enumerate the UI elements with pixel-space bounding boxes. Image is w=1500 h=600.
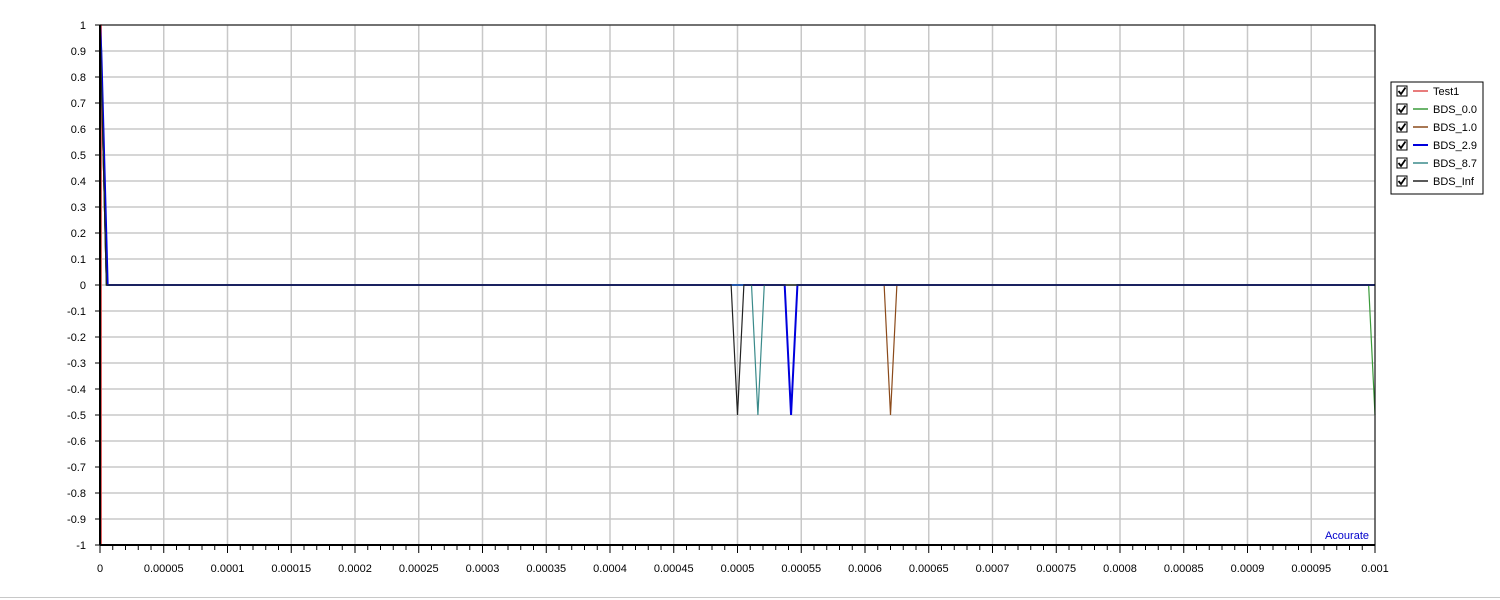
legend-label: BDS_Inf — [1433, 176, 1475, 188]
y-tick-label: 0.5 — [71, 150, 86, 162]
y-tick-label: 0.4 — [71, 176, 86, 188]
x-tick-label: 0.0003 — [466, 563, 500, 575]
legend-label: Test1 — [1433, 86, 1459, 98]
x-tick-label: 0.0005 — [721, 563, 755, 575]
y-tick-label: -0.3 — [67, 358, 86, 370]
legend: Test1 BDS_0.0 BDS_1.0 BDS_2.9 BDS_8.7 BDS_Inf — [1390, 81, 1484, 195]
x-tick-label: 0.00095 — [1291, 563, 1331, 575]
y-tick-label: 0.9 — [71, 46, 86, 58]
window-bottom-border — [0, 597, 1500, 598]
x-tick-label: 0.0004 — [593, 563, 627, 575]
y-tick-label: 0.8 — [71, 72, 86, 84]
x-tick-label: 0.0007 — [976, 563, 1010, 575]
x-tick-label: 0.0001 — [211, 563, 245, 575]
legend-label: BDS_8.7 — [1433, 158, 1477, 170]
y-tick-label: -0.5 — [67, 410, 86, 422]
legend-label: BDS_1.0 — [1433, 122, 1477, 134]
x-tick-label: 0.0006 — [848, 563, 882, 575]
y-tick-label: 0.1 — [71, 254, 86, 266]
y-tick-label: 0 — [80, 280, 86, 292]
y-tick-label: -0.4 — [67, 384, 86, 396]
watermark-label: Acourate — [1325, 530, 1369, 542]
y-tick-label: -0.2 — [67, 332, 86, 344]
x-tick-label: 0.0009 — [1231, 563, 1265, 575]
y-tick-label: -0.1 — [67, 306, 86, 318]
y-tick-label: 0.2 — [71, 228, 86, 240]
y-tick-label: 0.6 — [71, 124, 86, 136]
x-tick-label: 0.00035 — [526, 563, 566, 575]
x-tick-label: 0.0008 — [1103, 563, 1137, 575]
y-tick-label: -0.6 — [67, 436, 86, 448]
y-tick-label: -0.7 — [67, 462, 86, 474]
y-tick-label: -0.9 — [67, 514, 86, 526]
x-tick-label: 0.00075 — [1036, 563, 1076, 575]
y-tick-label: 1 — [80, 20, 86, 32]
y-tick-label: 0.7 — [71, 98, 86, 110]
chart: 1 0.9 0.8 0.7 0.6 0.5 0.4 0.3 0.2 0.1 0 -0.1 -0.2 -0.… — [0, 0, 1500, 600]
y-tick-label: -0.8 — [67, 488, 86, 500]
x-tick-label: 0.00025 — [399, 563, 439, 575]
x-tick-label: 0.00085 — [1164, 563, 1204, 575]
x-tick-label: 0.00045 — [654, 563, 694, 575]
x-tick-label: 0.00005 — [144, 563, 184, 575]
x-tick-label: 0.00065 — [909, 563, 949, 575]
legend-label: BDS_0.0 — [1433, 104, 1477, 116]
x-tick-label: 0.0002 — [338, 563, 372, 575]
x-tick-label: 0.001 — [1361, 563, 1389, 575]
chart-background — [0, 0, 1500, 600]
y-tick-label: -1 — [76, 540, 86, 552]
x-tick-label: 0.00015 — [271, 563, 311, 575]
legend-label: BDS_2.9 — [1433, 140, 1477, 152]
x-tick-label: 0.00055 — [781, 563, 821, 575]
x-tick-label: 0 — [97, 563, 103, 575]
y-tick-label: 0.3 — [71, 202, 86, 214]
